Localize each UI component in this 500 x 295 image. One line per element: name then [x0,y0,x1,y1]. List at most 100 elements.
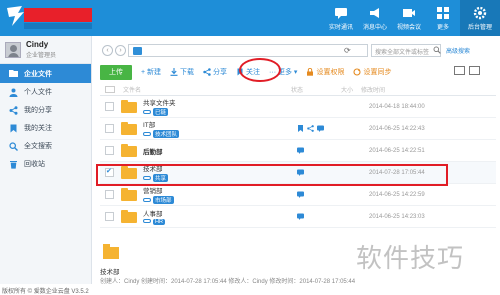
set-permission-label: 设置权限 [316,69,345,76]
row-checkbox[interactable] [105,190,114,199]
watermark: 软件技巧 [356,244,465,274]
sidebar-item-my-shares[interactable]: 我的分享 [0,101,91,119]
grid-icon [437,6,449,19]
select-all-checkbox[interactable] [105,86,115,93]
advanced-search-link[interactable]: 高级搜索 [446,46,470,55]
status-cell [297,191,369,198]
nav-video[interactable]: 视频会议 [392,0,426,36]
folder-icon [9,70,18,77]
highlight-selected-row [96,164,448,186]
link-icon [143,132,151,137]
file-tag[interactable]: 技术团队 [153,130,180,138]
row-checkbox[interactable] [105,102,114,111]
nav-chat-label: 实时通讯 [328,24,353,31]
row-checkbox[interactable] [105,212,114,221]
sidebar-item-recycle-bin[interactable]: 回收站 [0,155,91,173]
row-checkbox[interactable] [105,146,114,155]
preview-folder-icon [103,244,119,259]
file-tag[interactable]: 市场部 [153,196,174,204]
avatar [5,41,21,58]
status-cell [297,147,369,154]
user-name: Cindy [26,40,49,49]
row-checkbox[interactable] [105,124,114,133]
file-time: 2014-04-18 18:44:00 [369,103,425,110]
forward-button[interactable]: › [115,45,126,56]
header-time[interactable]: 修改时间 [361,85,441,94]
table-row[interactable]: 营销部 市场部 2014-06-25 14:22:59 [100,184,496,206]
back-button[interactable]: ‹ [102,45,113,56]
table-row[interactable]: 人事部 HR 2014-06-25 14:23:03 [100,206,496,228]
folder-icon [133,47,142,55]
table-row[interactable]: IT部 技术团队 2014-06-25 14:22:43 [100,118,496,140]
folder-icon [121,188,137,201]
refresh-icon[interactable]: ⟳ [344,46,351,55]
share-button[interactable]: 分享 [203,67,227,77]
bookmark-icon [298,125,303,132]
comment-icon [297,147,304,154]
nav-admin[interactable]: 后台管理 [460,0,500,36]
folder-icon [121,144,137,157]
set-permission-button[interactable]: 设置权限 [306,67,344,77]
list-view-icon[interactable] [454,66,465,75]
share-icon [203,68,211,76]
header-name[interactable]: 文件名 [123,85,291,94]
upload-button[interactable]: 上传 [100,64,132,80]
file-time: 2014-06-25 14:22:59 [369,191,425,198]
link-icon [143,219,151,224]
top-bar: 实时通讯 消息中心 视频会议 更多 后台管理 [0,0,500,36]
header-size[interactable]: 大小 [341,85,361,94]
file-name[interactable]: 人事部 [143,208,297,218]
gear-icon [473,6,487,19]
comment-icon [297,213,304,220]
new-button[interactable]: + 新建 [141,67,161,77]
details-info: 创建人：Cindy 创建时间：2014-07-28 17:05:44 修改人：C… [100,279,356,285]
nav-chat[interactable]: 实时通讯 [324,0,358,36]
sidebar-item-label: 回收站 [24,161,45,168]
user-panel[interactable]: Cindy 企业管理员 [0,36,91,64]
chat-icon [335,7,347,19]
download-icon [170,68,178,76]
search-icon[interactable] [433,46,441,54]
status-cell [297,125,369,132]
table-row[interactable]: 后勤部 2014-06-25 14:22:51 [100,140,496,162]
sidebar-item-label: 我的关注 [24,125,52,132]
copyright: 版权所有 © 爱数企业云盘 V3.5.2 [2,289,89,295]
sidebar-item-fulltext-search[interactable]: 全文搜索 [0,137,91,155]
details-title: 技术部 [100,269,120,276]
nav-message[interactable]: 消息中心 [358,0,392,36]
brand-subtitle [24,23,92,29]
sidebar: Cindy 企业管理员 企业文件 个人文件 我的分享 我的关注 全文搜索 回收站 [0,36,92,284]
path-bar: ‹ › ⟳ 搜索全部文件或标签 高级搜索 [100,44,496,58]
file-name[interactable]: 营销部 [143,185,297,195]
share-icon [9,105,18,115]
table-row[interactable]: 共享文件夹 已链 2014-04-18 18:44:00 [100,96,496,118]
sidebar-item-label: 我的分享 [24,107,52,114]
sidebar-item-my-follows[interactable]: 我的关注 [0,119,91,137]
file-name[interactable]: IT部 [143,119,297,129]
file-name[interactable]: 共享文件夹 [143,97,297,107]
bookmark-icon [10,124,17,132]
toolbar: 上传 + 新建 下载 分享 关注 ··· 更多 ▾ 设置权限 设置同步 [100,64,496,80]
search-input[interactable]: 搜索全部文件或标签 [371,44,441,57]
file-tag[interactable]: 已链 [153,108,169,116]
file-time: 2014-06-25 14:23:03 [369,213,425,220]
file-tag[interactable]: HR [153,219,165,225]
sidebar-item-enterprise-files[interactable]: 企业文件 [0,64,91,83]
sidebar-item-label: 个人文件 [24,89,52,96]
download-button[interactable]: 下载 [170,67,194,77]
path-input[interactable] [128,44,368,57]
user-role: 企业管理员 [26,53,57,59]
set-sync-button[interactable]: 设置同步 [353,67,391,77]
set-sync-label: 设置同步 [363,69,392,76]
status-cell [297,213,369,220]
app-logo-icon [7,6,24,26]
trash-icon [10,160,17,169]
file-name[interactable]: 后勤部 [143,146,297,156]
person-icon [9,88,18,97]
new-button-label: + 新建 [141,69,162,76]
table-header: 文件名 状态 大小 修改时间 [100,84,496,96]
nav-more[interactable]: 更多 [426,0,460,36]
grid-view-icon[interactable] [469,66,480,75]
sidebar-item-personal-files[interactable]: 个人文件 [0,83,91,101]
nav-message-label: 消息中心 [362,24,387,31]
